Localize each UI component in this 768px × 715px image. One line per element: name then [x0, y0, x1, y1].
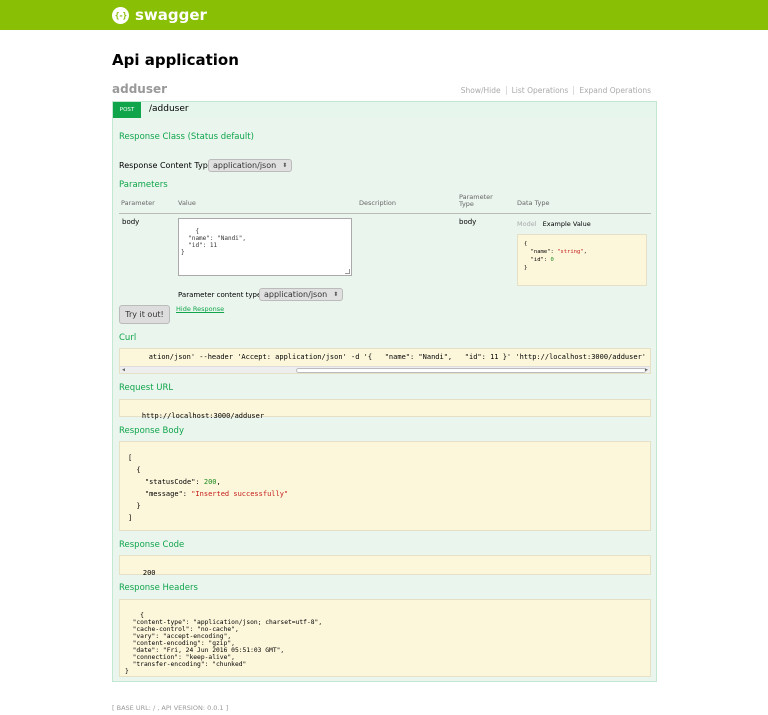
select-arrows-icon: ⬍: [282, 162, 288, 169]
list-operations-link[interactable]: List Operations: [507, 86, 575, 95]
parameters-table-header: Parameter Value Description Parameter Ty…: [119, 194, 651, 214]
param-content-type-select[interactable]: application/json ⬍: [259, 288, 344, 301]
body-param-value: { "name": "Nandi", "id": 11 }: [181, 228, 247, 256]
request-url-value: http://localhost:3000/adduser: [141, 412, 265, 420]
request-url-box: http://localhost:3000/adduser: [119, 399, 651, 420]
response-code-box: 200: [119, 555, 651, 577]
curl-heading: Curl: [119, 333, 137, 343]
curl-box: ation/json' --header 'Accept: applicatio…: [119, 348, 651, 374]
response-content-type-select[interactable]: application/json ⬍: [208, 159, 293, 172]
resource-operations: Show/Hide List Operations Expand Operati…: [456, 86, 651, 95]
scrollbar-thumb[interactable]: [296, 368, 646, 373]
horizontal-scrollbar[interactable]: ◀ ▶: [120, 366, 650, 373]
param-content-type-label: Parameter content type:: [178, 291, 264, 299]
base-url-label: BASE URL: [116, 704, 149, 712]
col-value: Value: [178, 199, 196, 207]
body-param-textarea[interactable]: { "name": "Nandi", "id": 11 }: [178, 218, 352, 276]
col-parameter: Parameter: [121, 199, 155, 207]
api-info-footer: [ BASE URL: / , API VERSION: 0.0.1 ]: [112, 704, 229, 712]
param-name: body: [122, 218, 140, 226]
request-url-heading: Request URL: [119, 383, 174, 393]
response-content-type-value: application/json: [213, 161, 277, 170]
param-content-type-value: application/json: [264, 290, 328, 299]
example-value-snippet[interactable]: { "name": "string", "id": 0 }: [517, 234, 647, 286]
response-body-box: [ { "statusCode": 200, "message": "Inser…: [119, 441, 651, 531]
hide-response-link[interactable]: Hide Response: [176, 305, 224, 313]
tab-example-value[interactable]: Example Value: [543, 220, 591, 228]
response-headers-value: { "content-type": "application/json; cha…: [125, 612, 323, 675]
resource-name-link[interactable]: adduser: [112, 82, 167, 96]
expand-operations-link[interactable]: Expand Operations: [574, 86, 651, 95]
scroll-right-icon[interactable]: ▶: [645, 367, 648, 373]
data-type-tabs: Model Example Value: [517, 220, 591, 228]
top-bar: {-} swagger: [0, 0, 768, 30]
response-headers-heading: Response Headers: [119, 583, 198, 593]
brand-name: swagger: [135, 6, 207, 24]
try-it-out-button[interactable]: Try it out!: [119, 305, 170, 324]
parameters-heading: Parameters: [119, 180, 168, 190]
response-content-type-label: Response Content Type: [119, 161, 213, 170]
scroll-left-icon[interactable]: ◀: [122, 367, 125, 373]
select-arrows-icon: ⬍: [333, 291, 339, 298]
api-version-label: API VERSION: [161, 704, 203, 712]
method-badge: POST: [113, 102, 141, 118]
response-headers-box: { "content-type": "application/json; cha…: [119, 599, 651, 677]
operation-panel: POST /adduser Response Class (Status def…: [112, 101, 657, 682]
show-hide-link[interactable]: Show/Hide: [456, 86, 507, 95]
col-data-type: Data Type: [517, 199, 550, 207]
base-url-value: /: [152, 704, 156, 712]
swagger-logo[interactable]: {-} swagger: [112, 6, 207, 24]
swagger-logo-icon: {-}: [112, 6, 129, 24]
response-code-value: 200: [142, 569, 156, 577]
col-parameter-type: Parameter Type: [459, 193, 493, 208]
api-version-value: 0.0.1: [207, 704, 224, 712]
response-code-heading: Response Code: [119, 540, 185, 550]
page-title: Api application: [112, 51, 239, 69]
operation-path: /adduser: [149, 104, 189, 114]
curl-command: ation/json' --header 'Accept: applicatio…: [148, 353, 646, 361]
tab-model[interactable]: Model: [517, 220, 537, 228]
param-type: body: [459, 218, 477, 226]
operation-heading[interactable]: POST /adduser: [113, 102, 656, 118]
response-body-heading: Response Body: [119, 426, 184, 436]
col-description: Description: [359, 199, 397, 207]
response-class-heading: Response Class (Status default): [119, 132, 254, 142]
resize-handle-icon[interactable]: [345, 269, 350, 274]
